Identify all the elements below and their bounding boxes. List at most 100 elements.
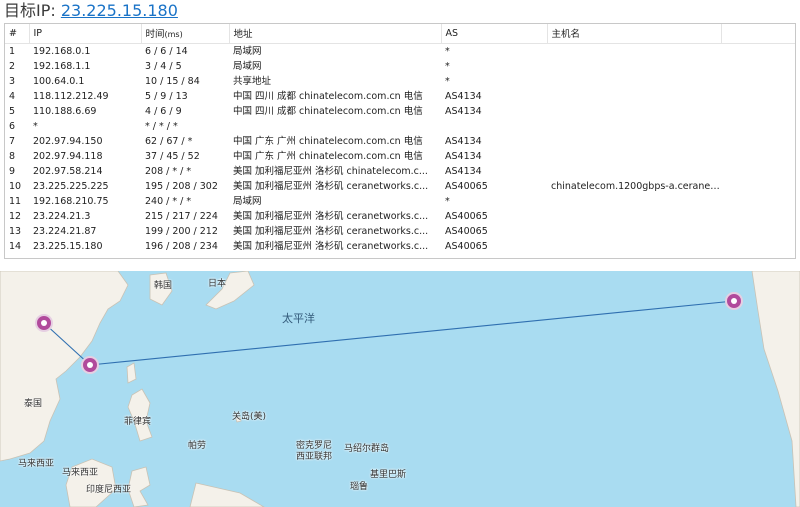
empty-cell bbox=[721, 89, 795, 104]
empty-cell bbox=[721, 74, 795, 89]
hop-as: * bbox=[445, 195, 450, 207]
column-header-time[interactable]: 时间(ms) bbox=[141, 24, 230, 44]
country-label-philippines: 菲律宾 bbox=[124, 417, 152, 427]
table-row[interactable]: 8 202.97.94.118 37 / 45 / 52 中国 广东 广州 china… bbox=[5, 149, 795, 164]
hop-ip: 202.97.58.214 bbox=[33, 165, 103, 177]
asia-mainland-land bbox=[0, 271, 129, 462]
hop-hostname bbox=[547, 149, 721, 164]
table-row[interactable]: 14 23.225.15.180 196 / 208 / 234 美国 加利福尼亚州 … bbox=[5, 239, 795, 254]
borneo-land bbox=[65, 458, 117, 507]
hop-number: 11 bbox=[9, 195, 22, 207]
column-header-index[interactable]: # bbox=[5, 24, 30, 44]
hop-as: AS4134 bbox=[445, 105, 482, 117]
hop-as: AS4134 bbox=[445, 135, 482, 147]
japan-land bbox=[205, 271, 255, 310]
table-row[interactable]: 7 202.97.94.150 62 / 67 / * 中国 广东 广州 chinat… bbox=[5, 134, 795, 149]
table-row[interactable]: 9 202.97.58.214 208 / * / * 美国 加利福尼亚州 洛杉矶 c… bbox=[5, 164, 795, 179]
hop-time: 5 / 9 / 13 bbox=[145, 90, 188, 102]
hop-time: 6 / 6 / 14 bbox=[145, 45, 188, 57]
hop-ip: * bbox=[33, 120, 38, 132]
hop-ip: 192.168.0.1 bbox=[33, 45, 91, 57]
table-row[interactable]: 3 100.64.0.1 10 / 15 / 84 共享地址 * bbox=[5, 74, 795, 89]
hop-as: AS40065 bbox=[445, 180, 488, 192]
hop-time: 199 / 200 / 212 bbox=[145, 225, 218, 237]
target-ip-link[interactable]: 23.225.15.180 bbox=[61, 1, 178, 20]
hop-address: 局域网 bbox=[233, 195, 262, 207]
hop-address: 美国 加利福尼亚州 洛杉矶 ceranetworks.c... bbox=[233, 225, 429, 237]
hop-hostname bbox=[547, 239, 721, 254]
table-row[interactable]: 12 23.224.21.3 215 / 217 / 224 美国 加利福尼亚州 洛杉… bbox=[5, 209, 795, 224]
table-row[interactable]: 1 192.168.0.1 6 / 6 / 14 局域网 * bbox=[5, 43, 795, 59]
route-line-pacific bbox=[89, 300, 735, 366]
target-ip-header: 目标IP: 23.225.15.180 bbox=[0, 0, 800, 22]
hop-number: 8 bbox=[9, 150, 16, 162]
empty-cell bbox=[721, 179, 795, 194]
table-row[interactable]: 6 * * / * / * bbox=[5, 119, 795, 134]
hop-time: 215 / 217 / 224 bbox=[145, 210, 218, 222]
hop-ip: 118.112.212.49 bbox=[33, 90, 109, 102]
column-header-time-unit: (ms) bbox=[164, 30, 183, 40]
hop-address: 中国 四川 成都 chinatelecom.com.cn 电信 bbox=[233, 90, 423, 102]
hop-address: 局域网 bbox=[233, 60, 262, 72]
hop-number: 2 bbox=[9, 60, 16, 72]
hop-address: 美国 加利福尼亚州 洛杉矶 ceranetworks.c... bbox=[233, 180, 429, 192]
hop-address: 美国 加利福尼亚州 洛杉矶 ceranetworks.c... bbox=[233, 240, 429, 252]
country-label-japan: 日本 bbox=[208, 279, 227, 289]
hop-hostname bbox=[547, 164, 721, 179]
table-row[interactable]: 10 23.225.225.225 195 / 208 / 302 美国 加利福尼亚州… bbox=[5, 179, 795, 194]
hop-marker-los-angeles[interactable] bbox=[725, 292, 743, 310]
hop-hostname bbox=[547, 59, 721, 74]
empty-cell bbox=[721, 239, 795, 254]
column-header-hostname[interactable]: 主机名 bbox=[547, 24, 722, 44]
hop-time: * / * / * bbox=[145, 120, 178, 132]
hop-as: AS40065 bbox=[445, 225, 488, 237]
hop-marker-chengdu[interactable] bbox=[35, 314, 53, 332]
country-label-kiribati: 基里巴斯 bbox=[370, 470, 407, 480]
hop-as: AS4134 bbox=[445, 150, 482, 162]
country-label-nauru: 瑙鲁 bbox=[350, 482, 369, 492]
philippines-land bbox=[127, 388, 153, 442]
hop-address: 局域网 bbox=[233, 45, 262, 57]
new-guinea-land bbox=[189, 482, 265, 507]
column-header-as[interactable]: AS bbox=[441, 24, 548, 44]
pacific-ocean-label: 太平洋 bbox=[282, 312, 315, 325]
column-header-address[interactable]: 地址 bbox=[229, 24, 442, 44]
country-label-micronesia-line2: 西亚联邦 bbox=[296, 452, 333, 462]
sulawesi-land bbox=[127, 466, 151, 507]
table-row[interactable]: 4 118.112.212.49 5 / 9 / 13 中国 四川 成都 chinat… bbox=[5, 89, 795, 104]
place-label-guam: 关岛(美) bbox=[232, 412, 267, 422]
hop-number: 14 bbox=[9, 240, 22, 252]
country-label-malaysia-east: 马来西亚 bbox=[62, 468, 99, 478]
table-row[interactable]: 13 23.224.21.87 199 / 200 / 212 美国 加利福尼亚州 洛… bbox=[5, 224, 795, 239]
table-row[interactable]: 2 192.168.1.1 3 / 4 / 5 局域网 * bbox=[5, 59, 795, 74]
country-label-indonesia: 印度尼西亚 bbox=[86, 485, 132, 495]
hop-marker-guangzhou[interactable] bbox=[81, 356, 99, 374]
hop-ip: 110.188.6.69 bbox=[33, 105, 97, 117]
hop-hostname bbox=[547, 104, 721, 119]
column-header-ip[interactable]: IP bbox=[29, 24, 142, 44]
column-header-time-label: 时间 bbox=[145, 29, 165, 41]
table-row[interactable]: 11 192.168.210.75 240 / * / * 局域网 * bbox=[5, 194, 795, 209]
hop-hostname bbox=[547, 224, 721, 239]
hop-hostname bbox=[547, 134, 721, 149]
hop-number: 6 bbox=[9, 120, 16, 132]
hop-time: 3 / 4 / 5 bbox=[145, 60, 182, 72]
empty-cell bbox=[721, 209, 795, 224]
hop-address: 中国 四川 成都 chinatelecom.com.cn 电信 bbox=[233, 105, 423, 117]
table-row[interactable]: 5 110.188.6.69 4 / 6 / 9 中国 四川 成都 chinatele… bbox=[5, 104, 795, 119]
hop-number: 7 bbox=[9, 135, 16, 147]
hop-time: 208 / * / * bbox=[145, 165, 192, 177]
hop-time: 10 / 15 / 84 bbox=[145, 75, 200, 87]
hop-as: * bbox=[445, 75, 450, 87]
empty-cell bbox=[721, 194, 795, 209]
hop-time: 196 / 208 / 234 bbox=[145, 240, 218, 252]
empty-cell bbox=[721, 164, 795, 179]
north-america-land bbox=[751, 271, 800, 507]
hop-number: 12 bbox=[9, 210, 22, 222]
empty-cell bbox=[721, 119, 795, 134]
traceroute-table: # IP 时间(ms) 地址 AS 主机名 1 192.168.0.1 6 / 6 … bbox=[4, 23, 796, 259]
hop-time: 195 / 208 / 302 bbox=[145, 180, 218, 192]
target-ip-label: 目标IP: bbox=[4, 1, 56, 20]
hop-ip: 192.168.1.1 bbox=[33, 60, 91, 72]
route-map[interactable]: 太平洋 韩国 日本 泰国 菲律宾 关岛(美) 帕劳 密克罗尼 西亚联邦 马绍尔群… bbox=[0, 271, 800, 507]
